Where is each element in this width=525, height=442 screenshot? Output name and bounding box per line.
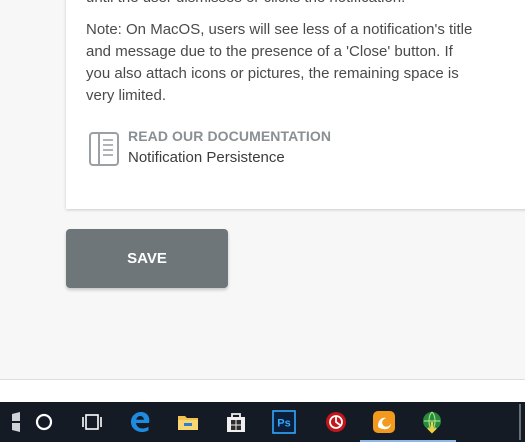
photoshop-button[interactable]: Ps xyxy=(260,402,308,442)
store-button[interactable] xyxy=(212,402,260,442)
edge-browser-icon xyxy=(131,412,150,432)
documentation-link-label[interactable]: Notification Persistence xyxy=(128,149,285,166)
windows-taskbar: Ps xyxy=(0,402,525,442)
task-view-button[interactable] xyxy=(68,402,116,442)
file-explorer-icon xyxy=(178,416,198,430)
store-icon xyxy=(227,413,245,432)
photoshop-label: Ps xyxy=(277,418,290,430)
app-icon xyxy=(326,412,346,432)
macos-note: Note: On MacOS, users will see less of a… xyxy=(86,21,473,104)
documentation-heading: READ OUR DOCUMENTATION xyxy=(128,128,332,144)
internet-download-manager-button[interactable] xyxy=(408,402,456,442)
photoshop-icon: Ps xyxy=(272,410,296,434)
cortana-search-button[interactable] xyxy=(20,402,68,442)
uc-browser-icon xyxy=(373,411,395,433)
document-icon xyxy=(88,131,120,167)
description-text-clipped: until the user dismisses or clicks the n… xyxy=(86,0,506,9)
app-button[interactable] xyxy=(312,402,360,442)
uc-browser-button[interactable] xyxy=(360,402,408,442)
edge-browser-button[interactable] xyxy=(116,402,164,442)
show-desktop-button[interactable] xyxy=(519,404,521,440)
internet-download-manager-icon xyxy=(423,411,441,434)
task-view-icon xyxy=(82,414,102,430)
page-footer-area xyxy=(0,380,525,402)
file-explorer-button[interactable] xyxy=(164,402,212,442)
save-button[interactable]: SAVE xyxy=(66,229,228,288)
cortana-search-icon xyxy=(35,413,53,431)
start-icon xyxy=(12,412,20,432)
documentation-link[interactable]: READ OUR DOCUMENTATION Notification Pers… xyxy=(88,128,388,170)
